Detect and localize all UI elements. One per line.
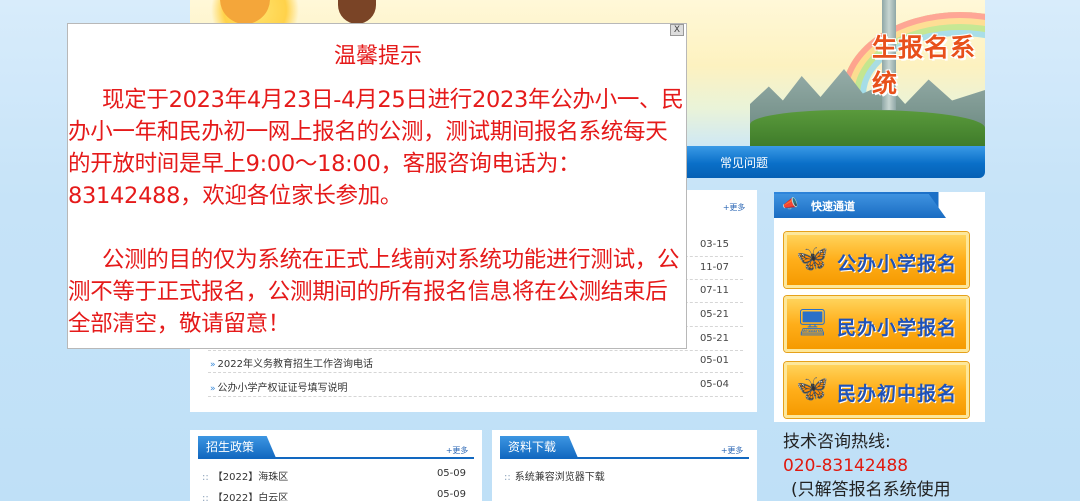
downloads-more-link[interactable]: +更多 (721, 445, 743, 456)
news-item[interactable]: » 公办小学产权证证号填写说明 05-04 (208, 373, 743, 397)
butterfly-icon: 🦋 (796, 374, 829, 404)
quick-access-header: 📣 快速通道 (774, 192, 985, 218)
news-item[interactable]: » 2022年义务教育招生工作咨询电话 05-01 (208, 349, 743, 373)
downloads-title: 资料下载 (500, 436, 579, 458)
download-item-title: 系统兼容浏览器下载 (514, 472, 605, 483)
nav-item-faq[interactable]: 常见问题 (720, 154, 768, 171)
policy-title: 招生政策 (198, 436, 277, 458)
double-chevron-right-icon: » (210, 360, 216, 370)
policy-item-date: 05-09 (436, 468, 466, 479)
policy-item-title: 【2022】白云区 (212, 493, 289, 501)
megaphone-icon: 📣 (782, 197, 799, 212)
policy-item-title: 【2022】海珠区 (212, 472, 289, 483)
news-item-date: 11-07 (699, 262, 729, 273)
button-label: 民办小学报名 (837, 317, 958, 339)
hotline-title: 技术咨询热线: (783, 432, 891, 452)
policy-more-link[interactable]: +更多 (446, 445, 468, 456)
public-primary-signup-button[interactable]: 🦋 公办小学报名 (784, 232, 969, 288)
trees-illustration (750, 110, 985, 146)
bullet-icon: :: (504, 472, 511, 483)
button-label: 民办初中报名 (837, 383, 958, 405)
policy-item[interactable]: :: 【2022】白云区 05-09 (202, 489, 474, 501)
hotline-note: (只解答报名系统使用 (791, 480, 951, 500)
news-item-title: 2022年义务教育招生工作咨询电话 (217, 359, 373, 370)
site-title: 生报名系统 (872, 33, 977, 98)
divider (500, 457, 749, 459)
hotline-number: 020-83142488 (783, 456, 909, 476)
downloads-panel: 资料下载 +更多 :: 系统兼容浏览器下载 (492, 430, 757, 501)
button-label: 公办小学报名 (837, 253, 958, 275)
tech-hotline: 技术咨询热线: 020-83142488 (只解答报名系统使用 (783, 430, 983, 501)
private-junior-signup-button[interactable]: 🦋 民办初中报名 (784, 362, 969, 418)
policy-item[interactable]: :: 【2022】海珠区 05-09 (202, 468, 474, 488)
news-item-title: 公办小学产权证证号填写说明 (217, 383, 348, 394)
private-primary-signup-button[interactable]: 🖥 民办小学报名 (784, 296, 969, 352)
modal-paragraph: 现定于2023年4月23日-4月25日进行2023年公办小一、民办小一年和民办初… (68, 87, 684, 209)
news-item-date: 05-21 (699, 333, 729, 344)
quick-access-tab (774, 194, 946, 218)
policy-item-date: 05-09 (436, 489, 466, 500)
news-item-date: 07-11 (699, 285, 729, 296)
modal-title: 温馨提示 (333, 44, 422, 69)
news-item-date: 05-21 (699, 309, 729, 320)
close-icon[interactable]: X (670, 24, 684, 36)
policy-panel: 招生政策 +更多 :: 【2022】海珠区 05-09 :: 【2022】白云区 0… (190, 430, 482, 501)
divider (198, 457, 474, 459)
news-item-date: 05-01 (699, 355, 729, 366)
bullet-icon: :: (202, 493, 209, 501)
cartoon-kid-illustration (338, 0, 376, 24)
double-chevron-right-icon: » (210, 384, 216, 394)
bullet-icon: :: (202, 472, 209, 483)
monitor-icon: 🖥 (796, 308, 830, 338)
modal-paragraph: 公测的目的仅为系统在正式上线前对系统功能进行测试，公测不等于正式报名，公测期间的… (68, 247, 680, 337)
news-item-date: 05-04 (699, 379, 729, 390)
download-item[interactable]: :: 系统兼容浏览器下载 (504, 468, 749, 488)
butterfly-icon: 🦋 (796, 244, 829, 274)
notice-modal: X 温馨提示 现定于2023年4月23日-4月25日进行2023年公办小一、民办… (67, 23, 687, 349)
news-more-link[interactable]: +更多 (723, 202, 745, 213)
quick-access-panel: 📣 快速通道 🦋 公办小学报名 🖥 民办小学报名 🦋 民办初中报名 (774, 192, 985, 422)
news-item-date: 03-15 (699, 239, 729, 250)
quick-access-title: 快速通道 (811, 200, 855, 213)
